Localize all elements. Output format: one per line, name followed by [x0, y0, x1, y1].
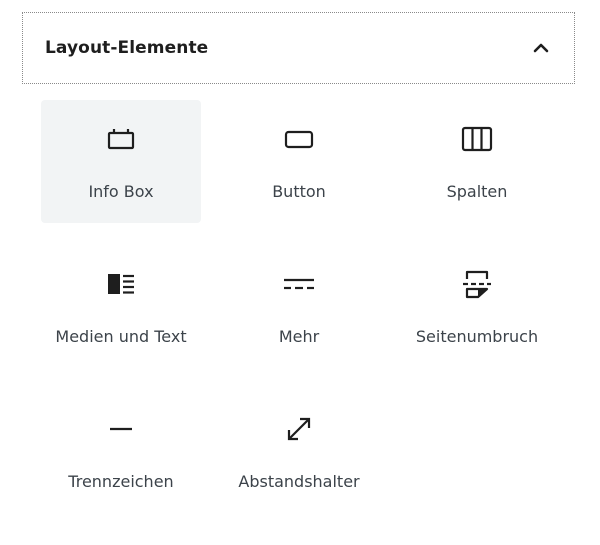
more-icon	[282, 267, 316, 301]
block-item-info-box[interactable]: Info Box	[41, 100, 201, 223]
separator-icon	[104, 412, 138, 446]
block-item-columns[interactable]: Spalten	[397, 100, 557, 223]
info-box-icon	[104, 122, 138, 156]
block-item-spacer[interactable]: Abstandshalter	[219, 390, 379, 513]
media-text-icon	[104, 267, 138, 301]
block-label: Spalten	[446, 182, 508, 201]
spacer-icon	[282, 412, 316, 446]
block-label: Abstandshalter	[238, 472, 360, 491]
block-item-media-text[interactable]: Medien und Text	[41, 245, 201, 368]
block-label: Info Box	[88, 182, 154, 201]
block-item-more[interactable]: Mehr	[219, 245, 379, 368]
panel-header-layout-elements[interactable]: Layout-Elemente	[22, 12, 575, 84]
block-label: Medien und Text	[55, 327, 187, 346]
panel-title: Layout-Elemente	[45, 38, 209, 58]
block-label: Button	[272, 182, 326, 201]
block-grid: Info Box Button Spalten Medien und Text …	[32, 100, 562, 535]
button-icon	[282, 122, 316, 156]
block-label: Seitenumbruch	[415, 327, 539, 346]
block-item-page-break[interactable]: Seitenumbruch	[397, 245, 557, 368]
page-break-icon	[460, 267, 494, 301]
columns-icon	[460, 122, 494, 156]
chevron-up-icon[interactable]	[530, 37, 552, 59]
block-label: Mehr	[278, 327, 320, 346]
block-item-button[interactable]: Button	[219, 100, 379, 223]
block-item-separator[interactable]: Trennzeichen	[41, 390, 201, 513]
block-label: Trennzeichen	[68, 472, 174, 491]
